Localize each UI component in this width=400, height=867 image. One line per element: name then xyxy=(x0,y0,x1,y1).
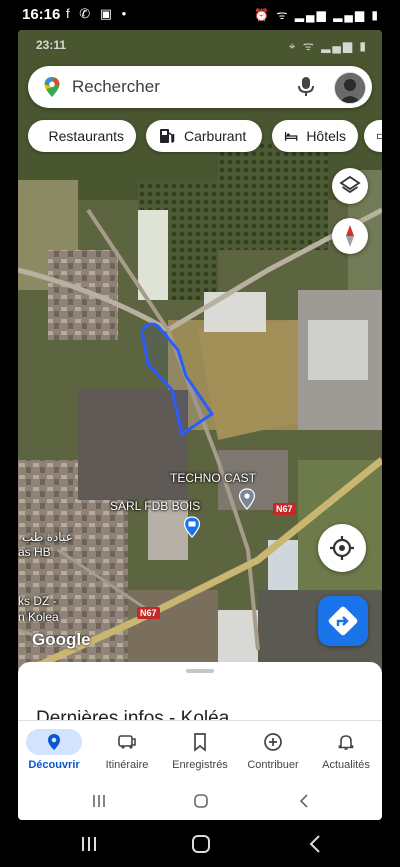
directions-arrow-icon xyxy=(328,606,358,636)
location-pin-icon xyxy=(48,734,60,750)
nav-icon-bg xyxy=(26,729,82,755)
recents-icon[interactable] xyxy=(80,836,98,852)
compass-button[interactable] xyxy=(332,218,368,254)
back-icon[interactable] xyxy=(308,835,322,853)
layers-icon xyxy=(339,175,361,194)
inner-status-icons: ⌖ ᯤ ▂▄▆ ▮ xyxy=(288,39,368,53)
bookmark-icon xyxy=(194,733,206,752)
nav-icon-bg xyxy=(172,729,228,755)
home-icon[interactable] xyxy=(193,793,209,809)
chip-label: Carburant xyxy=(184,128,247,144)
nav-icon-bg xyxy=(318,729,374,755)
fuel-pump-icon xyxy=(160,129,175,143)
place-label-kolea[interactable]: n Kolea xyxy=(18,610,59,624)
chip-label: Restaurants xyxy=(48,128,124,144)
nav-label: Itinéraire xyxy=(105,759,149,771)
profile-picture-icon xyxy=(335,73,365,103)
road-shield-n67: N67 xyxy=(273,503,296,515)
nav-item-actualites[interactable]: Actualités xyxy=(310,721,382,783)
chip-restaurants[interactable]: Restaurants xyxy=(28,120,136,152)
search-bar[interactable]: Rechercher xyxy=(28,66,372,108)
nav-icon-bg xyxy=(99,729,155,755)
outer-system-nav xyxy=(0,820,400,867)
home-icon[interactable] xyxy=(191,834,211,854)
back-icon[interactable] xyxy=(298,794,310,808)
bell-icon xyxy=(338,735,354,750)
outer-status-bar: 16:16 f ✆ ▣ • ⏰ ᯤ ▂▄▆ ▂▄▆ ▮ xyxy=(0,0,400,30)
outer-clock: 16:16 xyxy=(22,6,61,23)
place-label-sarl-fdb-bois[interactable]: SARL FDB BOIS xyxy=(110,499,200,513)
inner-clock: 23:11 xyxy=(36,38,67,52)
my-location-button[interactable] xyxy=(318,524,366,572)
place-marker-icon[interactable] xyxy=(238,488,256,510)
chip-hotels[interactable]: Hôtels xyxy=(272,120,358,152)
layers-button[interactable] xyxy=(332,168,368,204)
place-label-dz[interactable]: ks DZ - xyxy=(18,594,57,608)
add-circle-icon xyxy=(264,733,282,751)
road-shield-n67: N67 xyxy=(137,607,160,619)
place-label-techno-cast[interactable]: TECHNO CAST xyxy=(170,471,256,485)
account-avatar[interactable] xyxy=(334,72,366,104)
crosshair-icon xyxy=(330,536,354,560)
nav-item-enregistres[interactable]: Enregistrés xyxy=(164,721,236,783)
fork-knife-icon xyxy=(40,135,41,137)
nav-label: Enregistrés xyxy=(172,759,228,771)
search-input[interactable]: Rechercher xyxy=(72,77,160,97)
nav-label: Contribuer xyxy=(247,759,299,771)
microphone-icon[interactable] xyxy=(296,76,316,98)
chip-carburant[interactable]: Carburant xyxy=(146,120,262,152)
inner-system-nav xyxy=(18,782,382,820)
place-label-arabic[interactable]: عيادة طب xyxy=(22,530,73,544)
compass-icon xyxy=(346,225,354,247)
car-icon xyxy=(118,735,136,749)
place-label-hb[interactable]: as HB xyxy=(18,545,51,559)
nav-label: Actualités xyxy=(322,759,370,771)
chip-label: Hôtels xyxy=(306,128,346,144)
shop-marker-icon[interactable] xyxy=(183,516,201,538)
nav-item-decouvrir[interactable]: Découvrir xyxy=(18,721,90,783)
sheet-drag-handle[interactable] xyxy=(186,669,214,673)
nav-item-itineraire[interactable]: Itinéraire xyxy=(91,721,163,783)
nav-item-contribuer[interactable]: Contribuer xyxy=(237,721,309,783)
maps-app-screen: 23:11 ⌖ ᯤ ▂▄▆ ▮ Rechercher Restaurants C… xyxy=(18,30,382,820)
system-status-icons: ⏰ ᯤ ▂▄▆ ▂▄▆ ▮ xyxy=(254,8,380,22)
directions-button[interactable] xyxy=(318,596,368,646)
nav-label: Découvrir xyxy=(28,759,80,771)
inner-status-bar: 23:11 ⌖ ᯤ ▂▄▆ ▮ xyxy=(18,30,382,58)
bottom-navigation: Découvrir Itinéraire Enregistrés Contrib… xyxy=(18,720,382,783)
google-logo: Google xyxy=(32,630,91,649)
nav-icon-bg xyxy=(245,729,301,755)
notification-icons: f ✆ ▣ • xyxy=(66,6,130,21)
bed-icon xyxy=(284,132,298,141)
google-maps-pin-icon xyxy=(44,77,60,97)
recents-icon[interactable] xyxy=(92,794,106,808)
shop-icon xyxy=(376,133,382,140)
